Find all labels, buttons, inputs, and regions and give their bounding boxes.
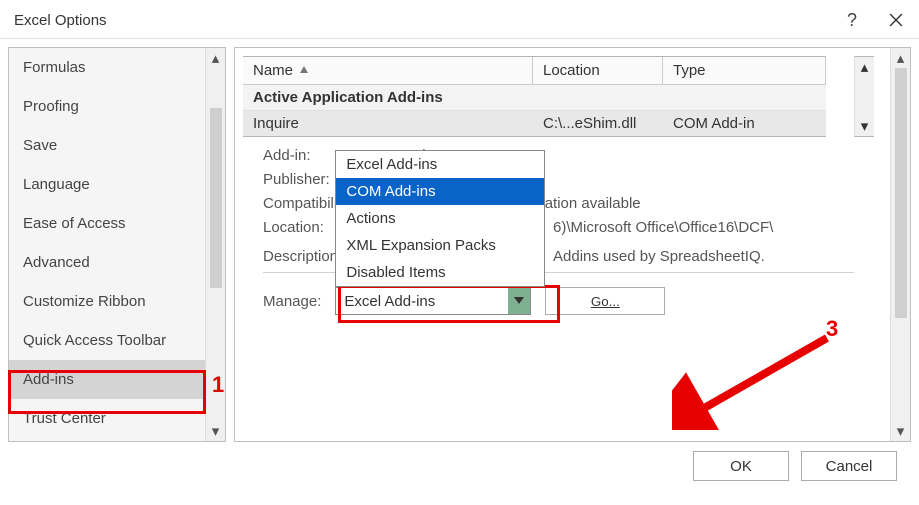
sort-asc-icon [299, 62, 309, 79]
sidebar-item-add-ins[interactable]: Add-ins [9, 360, 225, 399]
scroll-down-icon[interactable]: ▾ [206, 421, 225, 441]
sidebar-item-label: Ease of Access [23, 215, 126, 232]
dialog-body: Formulas Proofing Save Language Ease of … [0, 39, 919, 442]
combobox-value: Excel Add-ins [336, 293, 508, 310]
column-header-name[interactable]: Name [243, 57, 533, 85]
sidebar-item-save[interactable]: Save [9, 126, 225, 165]
scroll-down-icon[interactable]: ▾ [855, 116, 874, 136]
scroll-down-icon[interactable]: ▾ [891, 421, 910, 441]
sidebar-item-label: Customize Ribbon [23, 293, 146, 310]
dropdown-item-label: XML Expansion Packs [346, 237, 496, 254]
scroll-up-icon[interactable]: ▴ [855, 57, 874, 77]
sidebar: Formulas Proofing Save Language Ease of … [8, 47, 226, 442]
main-panel: Name Location Type Active Application Ad… [234, 47, 911, 442]
dropdown-item-label: Disabled Items [346, 264, 445, 281]
main-scrollbar[interactable]: ▴ ▾ [890, 48, 910, 441]
sidebar-item-label: Proofing [23, 98, 79, 115]
cell-type: COM Add-in [663, 111, 826, 136]
manage-label: Manage: [263, 293, 321, 310]
dropdown-item-xml-expansion-packs[interactable]: XML Expansion Packs [336, 232, 544, 259]
table-group-header: Active Application Add-ins [243, 85, 826, 111]
column-header-label: Location [543, 62, 600, 79]
table-scrollbar[interactable]: ▴ ▾ [854, 56, 874, 137]
sidebar-item-advanced[interactable]: Advanced [9, 243, 225, 282]
manage-row: Manage: Excel Add-ins Excel Add-ins COM … [243, 287, 902, 323]
sidebar-item-label: Trust Center [23, 410, 106, 427]
sidebar-item-label: Language [23, 176, 90, 193]
dropdown-item-actions[interactable]: Actions [336, 205, 544, 232]
sidebar-scrollbar[interactable]: ▴ ▾ [205, 48, 225, 441]
dropdown-item-disabled-items[interactable]: Disabled Items [336, 259, 544, 286]
close-icon[interactable] [887, 11, 905, 29]
go-button-label-suffix: o... [601, 294, 620, 309]
scroll-thumb[interactable] [895, 68, 907, 318]
column-header-type[interactable]: Type [663, 57, 826, 85]
table-header: Name Location Type [243, 57, 826, 85]
sidebar-item-language[interactable]: Language [9, 165, 225, 204]
sidebar-list: Formulas Proofing Save Language Ease of … [9, 48, 225, 441]
cell-location: C:\...eShim.dll [533, 111, 663, 136]
dropdown-item-excel-addins[interactable]: Excel Add-ins [336, 151, 544, 178]
sidebar-item-quick-access-toolbar[interactable]: Quick Access Toolbar [9, 321, 225, 360]
sidebar-item-customize-ribbon[interactable]: Customize Ribbon [9, 282, 225, 321]
sidebar-item-label: Quick Access Toolbar [23, 332, 166, 349]
sidebar-item-label: Formulas [23, 59, 86, 76]
cell-name: Inquire [243, 111, 533, 136]
dialog-footer: OK Cancel [0, 442, 919, 490]
sidebar-item-ease-of-access[interactable]: Ease of Access [9, 204, 225, 243]
combobox-dropdown-button[interactable] [508, 288, 530, 314]
scroll-thumb[interactable] [210, 108, 222, 288]
dropdown-item-com-addins[interactable]: COM Add-ins [336, 178, 544, 205]
ok-button[interactable]: OK [693, 451, 789, 481]
scroll-up-icon[interactable]: ▴ [206, 48, 225, 68]
window-controls: ? [847, 10, 905, 31]
manage-dropdown: Excel Add-ins COM Add-ins Actions XML Ex… [335, 150, 545, 287]
title-bar: Excel Options ? [0, 0, 919, 38]
sidebar-item-formulas[interactable]: Formulas [9, 48, 225, 87]
sidebar-item-label: Advanced [23, 254, 90, 271]
cancel-button[interactable]: Cancel [801, 451, 897, 481]
column-header-label: Name [253, 62, 293, 79]
column-header-location[interactable]: Location [533, 57, 663, 85]
addins-table: Name Location Type Active Application Ad… [243, 56, 826, 137]
manage-combobox[interactable]: Excel Add-ins Excel Add-ins COM Add-ins … [335, 287, 531, 315]
dropdown-item-label: Actions [346, 210, 395, 227]
sidebar-item-label: Save [23, 137, 57, 154]
dropdown-item-label: COM Add-ins [346, 183, 435, 200]
column-header-label: Type [673, 62, 706, 79]
window-title: Excel Options [14, 12, 107, 29]
scroll-up-icon[interactable]: ▴ [891, 48, 910, 68]
sidebar-item-label: Add-ins [23, 371, 74, 388]
sidebar-item-proofing[interactable]: Proofing [9, 87, 225, 126]
go-button[interactable]: Go... [545, 287, 665, 315]
dropdown-item-label: Excel Add-ins [346, 156, 437, 173]
help-icon[interactable]: ? [847, 10, 857, 31]
sidebar-item-trust-center[interactable]: Trust Center [9, 399, 225, 438]
table-row[interactable]: Inquire C:\...eShim.dll COM Add-in [243, 111, 826, 136]
